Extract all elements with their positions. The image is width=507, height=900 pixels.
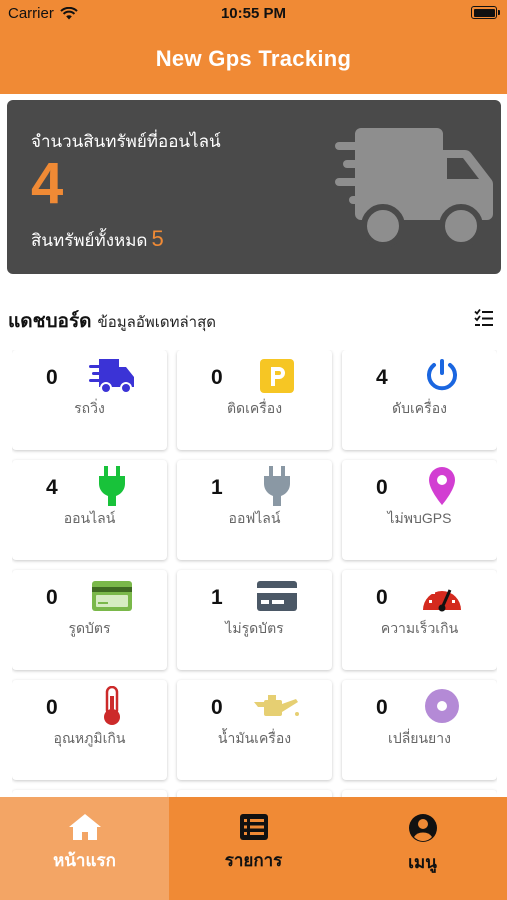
tile-count: 0 [211, 696, 223, 719]
tile-over-temp[interactable]: 0 อุณหภูมิเกิน [12, 680, 167, 780]
tile-label: รูดบัตร [68, 620, 111, 636]
dashboard-header: แดชบอร์ด ข้อมูลอัพเดทล่าสุด [8, 306, 498, 334]
tile-count: 0 [376, 476, 388, 499]
app-header: Carrier 10:55 PM New Gps Tracking [0, 0, 507, 94]
tile-label: ออฟไลน์ [228, 510, 281, 526]
list-icon [239, 814, 268, 840]
tile-count: 1 [211, 586, 223, 609]
nav-home[interactable]: หน้าแรก [0, 797, 169, 900]
tile-count: 0 [376, 586, 388, 609]
page-title: New Gps Tracking [155, 46, 352, 71]
total-assets: สินทรัพย์ทั้งหมด 5 [31, 226, 164, 254]
tile-count: 0 [211, 366, 223, 389]
tile-count: 4 [376, 366, 388, 389]
map-pin-icon [418, 464, 466, 508]
tile-count: 0 [46, 366, 58, 389]
tile-count: 0 [46, 696, 58, 719]
nav-list[interactable]: รายการ [169, 797, 338, 900]
dashboard-title: แดชบอร์ด [8, 311, 92, 332]
oil-can-icon [253, 684, 301, 728]
moving-truck-icon [88, 354, 136, 398]
tile-no-gps[interactable]: 0 ไม่พบGPS [342, 460, 497, 560]
nav-menu[interactable]: เมนู [338, 797, 507, 900]
parking-icon [253, 354, 301, 398]
tile-partial[interactable] [342, 790, 497, 797]
speedometer-icon [418, 574, 466, 618]
tile-offline[interactable]: 1 ออฟไลน์ [177, 460, 332, 560]
nav-list-label: รายการ [224, 851, 283, 870]
battery-icon [471, 6, 500, 19]
tile-label: อุณหภูมิเกิน [53, 730, 126, 746]
tile-label: ออนไลน์ [63, 510, 116, 526]
tile-label: ติดเครื่อง [226, 400, 283, 416]
power-icon [418, 354, 466, 398]
status-bar: Carrier 10:55 PM [0, 0, 507, 28]
tile-count: 1 [211, 476, 223, 499]
tile-partial[interactable] [12, 790, 167, 797]
tile-count: 0 [46, 586, 58, 609]
tile-engine-oil[interactable]: 0 น้ำมันเครื่อง [177, 680, 332, 780]
online-summary-card[interactable]: จำนวนสินทรัพย์ที่ออนไลน์ 4 สินทรัพย์ทั้ง… [7, 100, 501, 274]
dashboard-grid: 0 รถวิ่ง 0 ติดเครื่อง 4 ดับเครื่อง 4 ออน… [12, 350, 497, 797]
thermometer-icon [88, 684, 136, 728]
tile-label: เปลี่ยนยาง [388, 730, 451, 746]
tile-engine-on[interactable]: 0 ติดเครื่อง [177, 350, 332, 450]
tile-label: ไม่พบGPS [387, 510, 452, 526]
truck-icon [335, 128, 493, 248]
nav-home-label: หน้าแรก [53, 851, 116, 870]
tile-label: ดับเครื่อง [392, 400, 447, 416]
plug-offline-icon [253, 464, 301, 508]
tile-online[interactable]: 4 ออนไลน์ [12, 460, 167, 560]
tile-moving[interactable]: 0 รถวิ่ง [12, 350, 167, 450]
plug-online-icon [88, 464, 136, 508]
tile-partial[interactable] [177, 790, 332, 797]
total-assets-label: สินทรัพย์ทั้งหมด [31, 231, 148, 250]
tire-icon [418, 684, 466, 728]
tile-tire-change[interactable]: 0 เปลี่ยนยาง [342, 680, 497, 780]
tile-label: รถวิ่ง [74, 400, 105, 416]
tile-count: 4 [46, 476, 58, 499]
tile-card-swiped[interactable]: 0 รูดบัตร [12, 570, 167, 670]
tile-overspeed[interactable]: 0 ความเร็วเกิน [342, 570, 497, 670]
home-icon [68, 814, 101, 840]
bottom-navigation: หน้าแรก รายการ เมนู [0, 797, 507, 900]
nav-menu-label: เมนู [408, 853, 437, 872]
tile-label: น้ำมันเครื่อง [217, 730, 292, 746]
total-assets-count: 5 [151, 226, 164, 251]
tile-count: 0 [376, 696, 388, 719]
user-icon [408, 814, 437, 842]
tile-label: ไม่รูดบัตร [225, 620, 284, 636]
dashboard-subtitle: ข้อมูลอัพเดทล่าสุด [97, 314, 217, 331]
tile-engine-off[interactable]: 4 ดับเครื่อง [342, 350, 497, 450]
checklist-icon[interactable] [474, 308, 494, 328]
card-dark-icon [253, 574, 301, 618]
card-icon [88, 574, 136, 618]
tile-card-not-swiped[interactable]: 1 ไม่รูดบัตร [177, 570, 332, 670]
online-assets-count: 4 [31, 151, 64, 216]
status-time: 10:55 PM [220, 5, 287, 22]
tile-label: ความเร็วเกิน [380, 620, 459, 636]
